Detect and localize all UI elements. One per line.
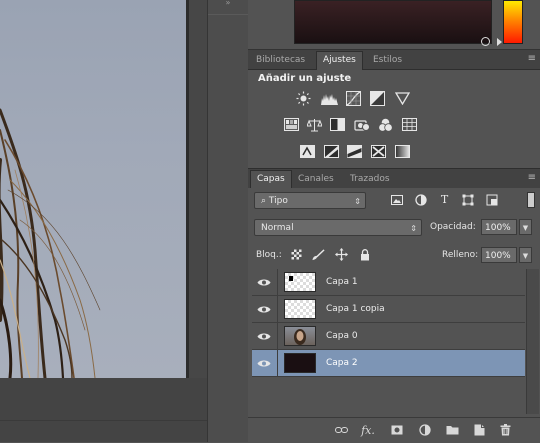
selective-color-icon[interactable] bbox=[370, 143, 387, 160]
visibility-eye-icon[interactable] bbox=[256, 329, 272, 343]
tab-capas[interactable]: Capas bbox=[250, 170, 292, 189]
layers-scrollbar[interactable] bbox=[526, 269, 539, 414]
new-adjustment-layer-icon[interactable] bbox=[418, 423, 432, 437]
filter-pixel-icon[interactable] bbox=[390, 193, 403, 206]
exposure-icon[interactable] bbox=[369, 90, 386, 107]
chevron-updown-icon: ⇕ bbox=[354, 197, 361, 206]
layer-name[interactable]: Capa 1 bbox=[326, 275, 358, 289]
blend-mode-dropdown[interactable]: Normal ⇕ bbox=[254, 219, 422, 236]
fill-input[interactable]: 100% bbox=[481, 247, 517, 263]
document-image[interactable] bbox=[0, 0, 186, 378]
layer-filter-value: Tipo bbox=[268, 196, 288, 206]
opacity-input[interactable]: 100% bbox=[481, 219, 517, 235]
layer-name[interactable]: Capa 2 bbox=[326, 356, 358, 370]
layers-footer-toolbar: fx. bbox=[248, 417, 540, 443]
thumbnail-mark bbox=[289, 276, 293, 281]
chevron-updown-icon: ⇕ bbox=[410, 224, 417, 233]
panel-menu-icon[interactable]: ≡ bbox=[528, 171, 536, 185]
collapsed-panel-dock[interactable]: » bbox=[207, 0, 249, 442]
adjustments-title: Añadir un ajuste bbox=[258, 73, 352, 84]
color-picker-handle[interactable] bbox=[481, 37, 490, 46]
curves-icon[interactable] bbox=[345, 90, 362, 107]
layer-thumbnail bbox=[284, 353, 316, 373]
lock-pixels-brush-icon[interactable] bbox=[312, 248, 325, 261]
layer-name[interactable]: Capa 0 bbox=[326, 329, 358, 343]
photo-filter-icon[interactable] bbox=[353, 116, 370, 133]
tab-estilos[interactable]: Estilos bbox=[367, 52, 408, 69]
visibility-eye-icon[interactable] bbox=[256, 356, 272, 370]
hue-saturation-icon[interactable] bbox=[283, 116, 300, 133]
vibrance-icon[interactable] bbox=[394, 90, 411, 107]
hue-slider-arrow[interactable] bbox=[497, 38, 502, 46]
divider bbox=[208, 14, 248, 15]
fill-dropdown-button[interactable]: ▼ bbox=[519, 247, 532, 263]
delete-layer-trash-icon[interactable] bbox=[498, 423, 512, 437]
levels-icon[interactable] bbox=[321, 90, 338, 107]
blend-mode-value: Normal bbox=[261, 223, 294, 233]
lock-all-icon[interactable] bbox=[358, 248, 371, 261]
opacity-dropdown-button[interactable]: ▼ bbox=[519, 219, 532, 235]
tab-trazados[interactable]: Trazados bbox=[344, 171, 396, 188]
layer-thumbnail bbox=[284, 272, 316, 292]
brightness-contrast-icon[interactable] bbox=[295, 90, 312, 107]
color-balance-icon[interactable] bbox=[306, 116, 323, 133]
pasteboard bbox=[0, 378, 207, 442]
fill-label: Relleno: bbox=[442, 250, 479, 260]
filter-type-icon[interactable]: T bbox=[438, 193, 451, 206]
layers-list: Capa 1 Capa 1 copia Capa 0 Capa 2 bbox=[252, 269, 525, 414]
black-white-icon[interactable] bbox=[329, 116, 346, 133]
color-lookup-icon[interactable] bbox=[401, 116, 418, 133]
new-group-folder-icon[interactable] bbox=[445, 423, 459, 437]
divider bbox=[277, 350, 278, 376]
portrait-thumbnail-graphic bbox=[294, 329, 306, 345]
layer-thumbnail bbox=[284, 326, 316, 346]
right-panels: Bibliotecas Ajustes Estilos ≡ Añadir un … bbox=[248, 0, 540, 443]
filter-toggle-switch[interactable] bbox=[527, 192, 535, 208]
lock-transparency-icon[interactable] bbox=[290, 248, 303, 261]
opacity-label: Opacidad: bbox=[430, 222, 476, 232]
lock-label: Bloq.: bbox=[256, 250, 282, 260]
channel-mixer-icon[interactable] bbox=[377, 116, 394, 133]
tab-bibliotecas[interactable]: Bibliotecas bbox=[250, 52, 311, 69]
hue-slider[interactable] bbox=[503, 0, 523, 44]
visibility-eye-icon[interactable] bbox=[256, 302, 272, 316]
color-spectrum-field[interactable] bbox=[294, 0, 492, 46]
layer-row[interactable]: Capa 0 bbox=[252, 323, 525, 350]
divider bbox=[277, 323, 278, 349]
layers-tabbar: Capas Canales Trazados ≡ bbox=[248, 169, 540, 189]
color-panel bbox=[248, 0, 540, 50]
layer-row[interactable]: Capa 1 bbox=[252, 269, 525, 296]
layer-name[interactable]: Capa 1 copia bbox=[326, 302, 385, 316]
visibility-eye-icon[interactable] bbox=[256, 275, 272, 289]
filter-smart-object-icon[interactable] bbox=[485, 193, 498, 206]
filter-adjustment-icon[interactable] bbox=[414, 193, 427, 206]
lock-position-move-icon[interactable] bbox=[335, 248, 348, 261]
divider bbox=[277, 296, 278, 322]
adjustments-panel: Añadir un ajuste bbox=[248, 70, 540, 169]
invert-icon[interactable] bbox=[299, 143, 316, 160]
search-icon: ⌕ bbox=[261, 196, 267, 206]
tab-canales[interactable]: Canales bbox=[292, 171, 340, 188]
filter-shape-icon[interactable] bbox=[461, 193, 474, 206]
posterize-icon[interactable] bbox=[323, 143, 340, 160]
hair-strands-graphic bbox=[0, 108, 101, 378]
add-mask-icon[interactable] bbox=[390, 423, 404, 437]
gradient-map-icon[interactable] bbox=[394, 143, 411, 160]
document-canvas-area[interactable] bbox=[0, 0, 207, 442]
link-layers-icon[interactable] bbox=[334, 423, 348, 437]
divider bbox=[277, 269, 278, 295]
panel-menu-icon[interactable]: ≡ bbox=[528, 52, 536, 66]
tab-ajustes[interactable]: Ajustes bbox=[316, 51, 363, 70]
layer-filter-dropdown[interactable]: ⌕ Tipo ⇕ bbox=[254, 192, 366, 209]
layer-thumbnail bbox=[284, 299, 316, 319]
dock-grip[interactable]: » bbox=[222, 0, 234, 7]
layer-row-selected[interactable]: Capa 2 bbox=[252, 350, 525, 377]
adjustments-tabbar: Bibliotecas Ajustes Estilos ≡ bbox=[248, 50, 540, 70]
threshold-icon[interactable] bbox=[346, 143, 363, 160]
divider bbox=[0, 420, 207, 421]
canvas-edge-shadow bbox=[186, 0, 189, 378]
layer-style-fx-icon[interactable]: fx. bbox=[361, 423, 375, 437]
layer-row[interactable]: Capa 1 copia bbox=[252, 296, 525, 323]
new-layer-icon[interactable] bbox=[472, 423, 486, 437]
